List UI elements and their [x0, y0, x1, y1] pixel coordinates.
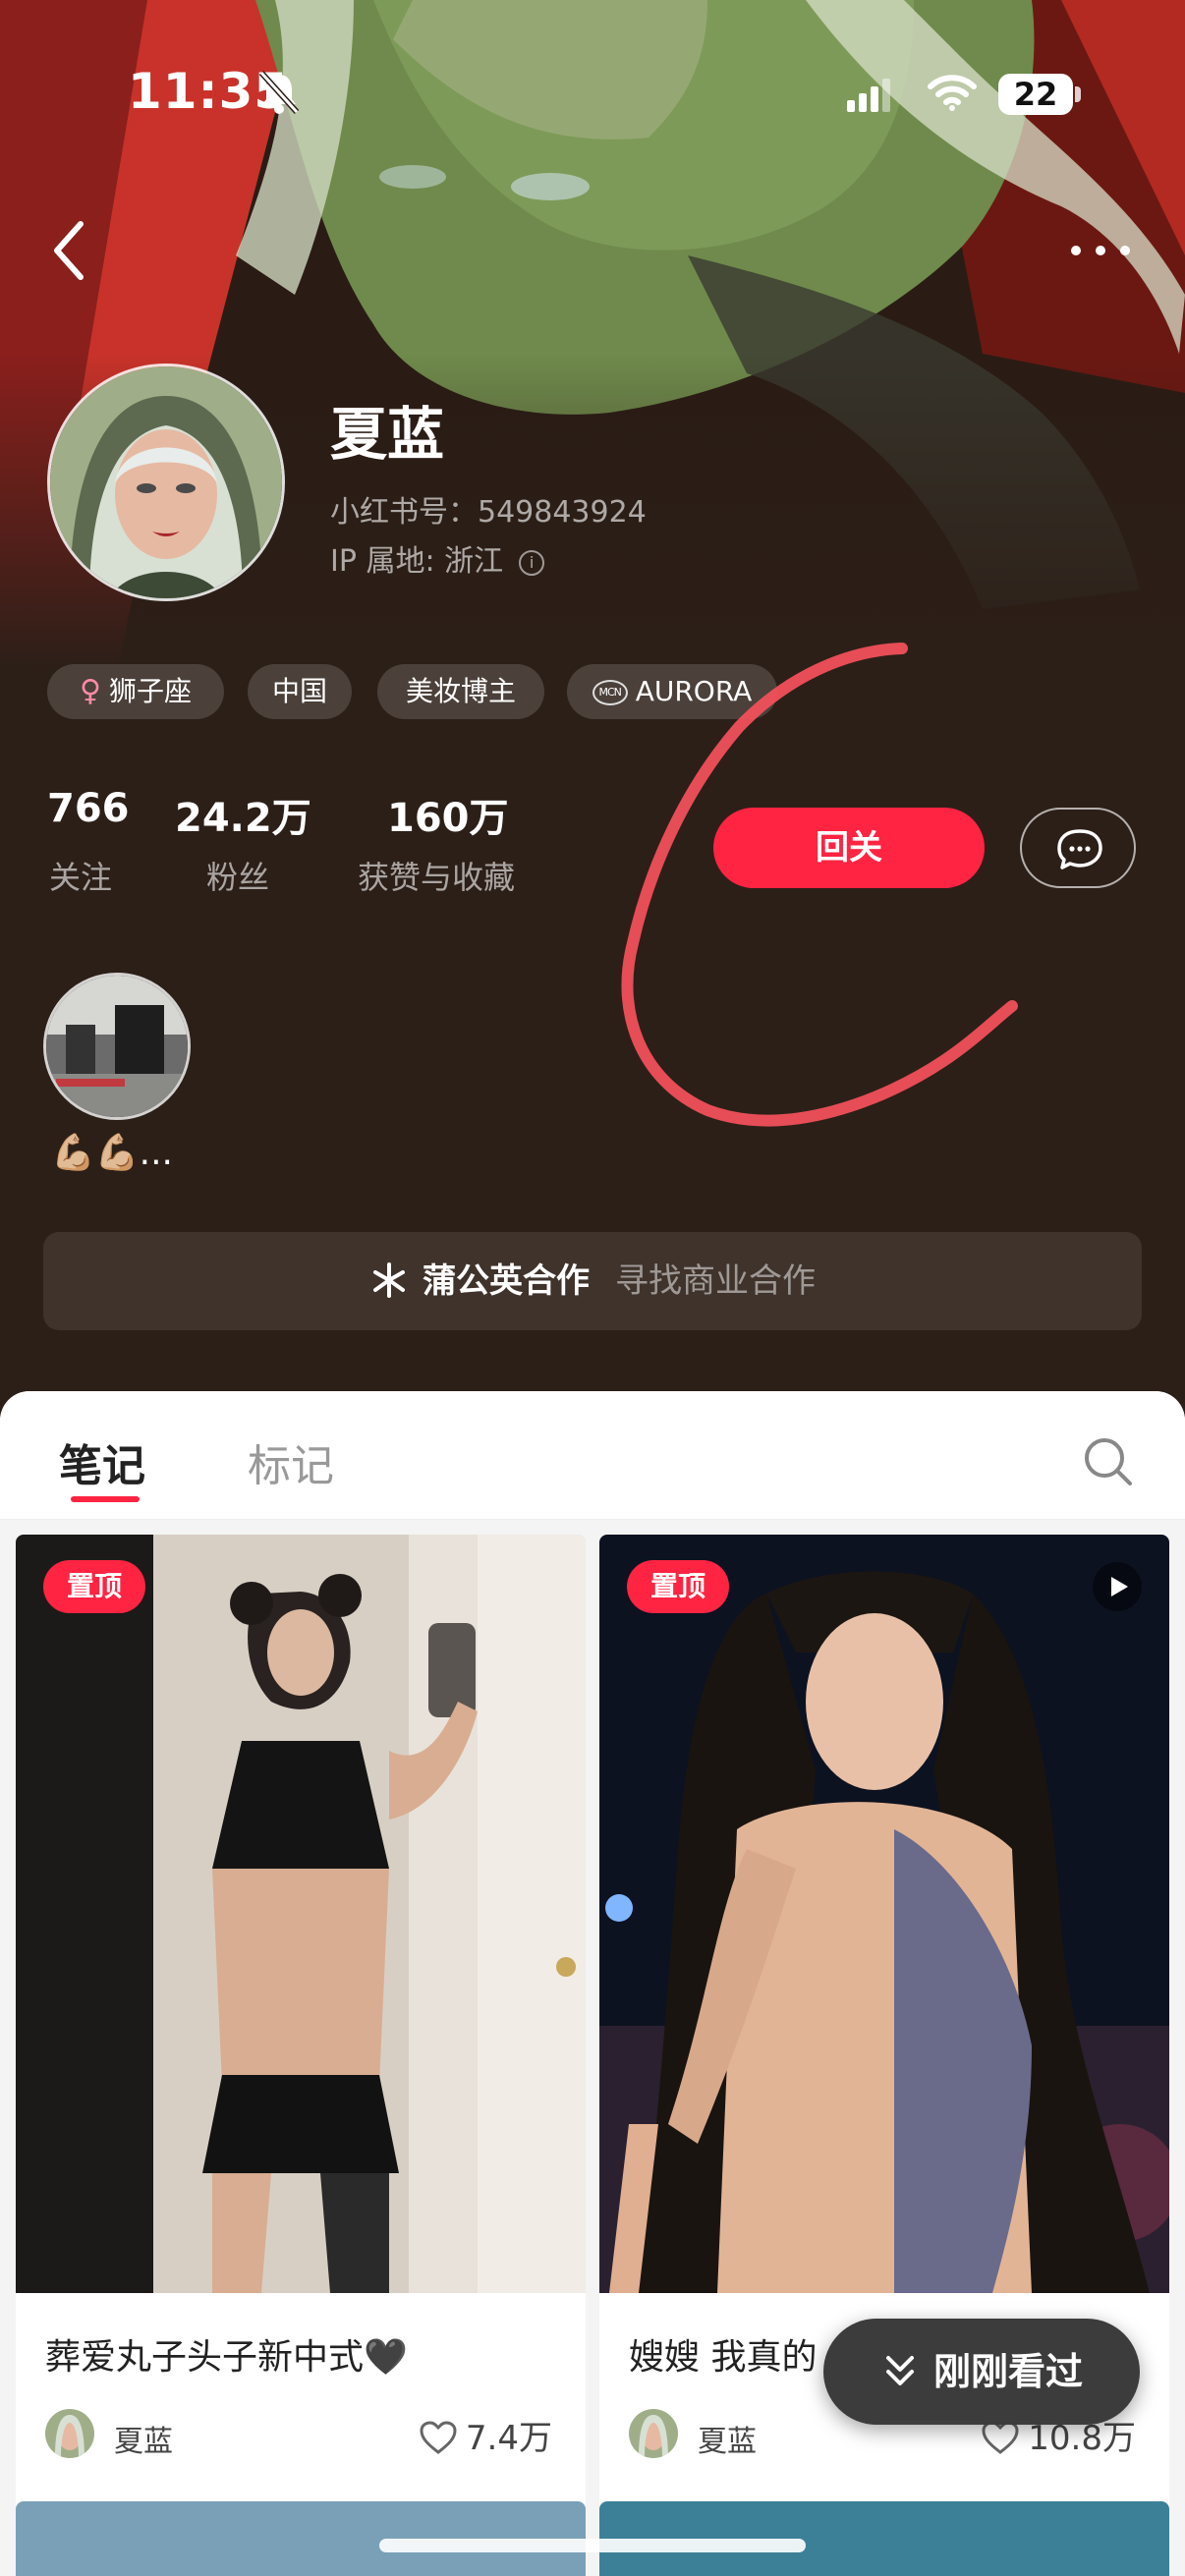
wifi-icon: [928, 75, 977, 111]
like-count-value: 10.8万: [1028, 2419, 1136, 2458]
tag-mcn[interactable]: MCN AURORA: [567, 664, 777, 719]
chat-bubble-icon: [1057, 829, 1102, 869]
tag-zodiac[interactable]: ♀ 狮子座: [47, 664, 224, 719]
battery-tip: [1075, 86, 1081, 102]
home-indicator[interactable]: [379, 2539, 806, 2552]
author-avatar[interactable]: [45, 2409, 94, 2458]
female-icon: ♀: [80, 674, 101, 708]
tag-country-label: 中国: [271, 675, 327, 707]
collab-title: 蒲公英合作: [423, 1261, 590, 1301]
profile-name: 夏蓝: [330, 401, 445, 468]
more-options-button[interactable]: [1066, 236, 1135, 265]
tag-country[interactable]: 中国: [248, 664, 352, 719]
author-name[interactable]: 夏蓝: [698, 2417, 757, 2460]
followers-count[interactable]: 24.2万: [175, 786, 311, 843]
recently-viewed-button[interactable]: 刚刚看过: [823, 2319, 1140, 2425]
avatar-image: [50, 366, 282, 598]
pinned-badge: 置顶: [627, 1560, 729, 1613]
author-name[interactable]: 夏蓝: [114, 2417, 173, 2460]
ip-location: IP 属地: 浙江: [330, 544, 504, 579]
tag-beauty-blogger[interactable]: 美妆博主: [377, 664, 544, 719]
author-avatar[interactable]: [629, 2409, 678, 2458]
recently-viewed-label: 刚刚看过: [932, 2350, 1083, 2393]
collab-subtitle: 寻找商业合作: [615, 1261, 816, 1301]
ip-location-row: IP 属地: 浙江 i: [330, 536, 545, 580]
info-icon[interactable]: i: [519, 549, 545, 576]
tab-marks[interactable]: 标记: [248, 1430, 334, 1493]
highlight-thumbnail: [46, 976, 188, 1117]
like-count[interactable]: 7.4万: [419, 2411, 552, 2459]
tag-mcn-label: AURORA: [635, 675, 753, 707]
silent-bell-icon: [258, 70, 300, 115]
likes-collects-label: 获赞与收藏: [358, 859, 516, 896]
like-count-value: 7.4万: [465, 2419, 552, 2458]
follow-back-button[interactable]: 回关: [713, 808, 985, 888]
likes-collects-count[interactable]: 160万: [387, 786, 509, 843]
note-cover-image: [16, 1535, 586, 2293]
following-label: 关注: [49, 859, 113, 896]
pinned-badge: 置顶: [43, 1560, 145, 1613]
active-tab-indicator: [71, 1496, 140, 1502]
search-icon[interactable]: [1081, 1434, 1136, 1489]
note-card[interactable]: 置顶 葬爱丸子头子新中式🖤 夏蓝 7.4万: [16, 1535, 586, 2576]
tag-zodiac-label: 狮子座: [108, 675, 192, 707]
double-chevron-down-icon: [885, 2355, 914, 2385]
story-highlight[interactable]: [43, 973, 191, 1120]
video-play-icon: [1093, 1562, 1142, 1611]
mcn-icon: MCN: [592, 680, 628, 705]
author-avatar-image: [629, 2409, 678, 2458]
redbook-id: 小红书号：549843924: [330, 495, 647, 530]
tab-notes[interactable]: 笔记: [59, 1430, 145, 1493]
heart-icon: [420, 2420, 457, 2454]
note-title: 葬爱丸子头子新中式🖤: [45, 2337, 408, 2378]
dandelion-icon: [373, 1261, 405, 1298]
followers-label: 粉丝: [206, 859, 270, 896]
note-title: 嫂嫂 我真的: [629, 2337, 818, 2378]
back-button[interactable]: [47, 218, 92, 283]
note-cover-image: [599, 1535, 1169, 2293]
cellular-signal-icon: [847, 79, 890, 112]
brand-collaboration-bar[interactable]: 蒲公英合作 寻找商业合作: [43, 1232, 1142, 1330]
play-icon: [1111, 1577, 1128, 1596]
following-count[interactable]: 766: [47, 786, 130, 831]
message-button[interactable]: [1020, 808, 1136, 888]
profile-avatar[interactable]: [47, 364, 285, 601]
highlight-caption: 💪🏼💪🏼...: [51, 1133, 173, 1173]
battery-level: 22: [998, 74, 1073, 115]
author-avatar-image: [45, 2409, 94, 2458]
tag-beauty-label: 美妆博主: [405, 675, 516, 707]
tab-bar: 笔记 标记: [0, 1391, 1185, 1520]
